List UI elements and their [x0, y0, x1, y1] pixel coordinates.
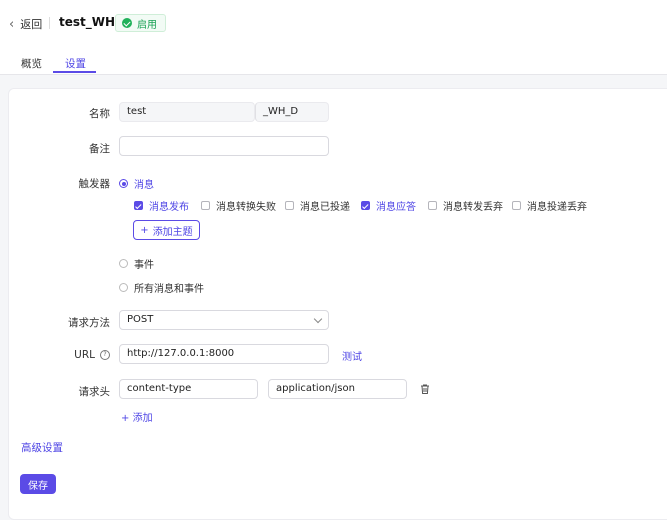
checkbox-label: 消息转换失败 [216, 202, 276, 213]
add-topic-button[interactable]: + 添加主题 [133, 220, 200, 240]
status-label: 启用 [137, 19, 157, 31]
checkbox-box [512, 201, 521, 210]
checkbox-box [361, 201, 370, 210]
add-header-label: 添加 [132, 413, 153, 424]
top-bar: ‹ 返回 test_WH_D 启用 概览 设置 [0, 0, 667, 75]
back-button[interactable]: ‹ 返回 [9, 16, 42, 32]
url-input[interactable]: http://127.0.0.1:8000 [119, 344, 329, 364]
checkbox-label: 消息已投递 [300, 202, 350, 213]
checkbox-msg-acked[interactable]: 消息应答 [361, 198, 416, 213]
radio-dot [119, 283, 128, 292]
checkbox-box [428, 201, 437, 210]
save-button[interactable]: 保存 [20, 474, 56, 494]
method-value: POST [127, 314, 154, 325]
checkbox-box [134, 201, 143, 210]
test-link[interactable]: 测试 [342, 348, 362, 363]
radio-message[interactable]: 消息 [119, 176, 154, 191]
tab-active-indicator [53, 71, 96, 73]
tab-settings[interactable]: 设置 [65, 56, 86, 71]
checkbox-msg-delivered[interactable]: 消息已投递 [285, 198, 350, 213]
trigger-label: 触发器 [78, 178, 111, 190]
name-suffix: _WH_D [255, 102, 329, 122]
checkbox-msg-publish[interactable]: 消息发布 [134, 198, 189, 213]
method-select[interactable]: POST [119, 310, 329, 330]
checkbox-msg-forward-dropped[interactable]: 消息转发丢弃 [428, 198, 503, 213]
radio-dot [119, 259, 128, 268]
add-topic-label: 添加主题 [152, 226, 193, 238]
remark-label: 备注 [89, 143, 110, 155]
checkbox-label: 消息应答 [376, 202, 416, 213]
status-badge: 启用 [115, 14, 166, 32]
tab-overview[interactable]: 概览 [21, 56, 42, 71]
headers-label: 请求头 [78, 386, 111, 398]
plus-icon: + [121, 413, 130, 424]
plus-icon: + [140, 224, 149, 236]
header-value-input[interactable]: application/json [268, 379, 407, 399]
checkbox-box [285, 201, 294, 210]
name-input[interactable]: test [119, 102, 255, 122]
radio-all[interactable]: 所有消息和事件 [119, 280, 204, 295]
chevron-left-icon: ‹ [9, 16, 15, 32]
checkbox-msg-delivery-dropped[interactable]: 消息投递丢弃 [512, 198, 587, 213]
trash-icon[interactable] [419, 383, 431, 395]
chevron-down-icon [313, 314, 323, 324]
advanced-settings-link[interactable]: 高级设置 [21, 440, 63, 455]
checkbox-msg-transform-failed[interactable]: 消息转换失败 [201, 198, 276, 213]
url-label: URL [74, 349, 95, 361]
name-label: 名称 [89, 108, 110, 120]
radio-event-label: 事件 [134, 260, 154, 271]
checkbox-label: 消息发布 [149, 202, 189, 213]
url-label-wrap: URL? [60, 349, 110, 361]
help-icon[interactable]: ? [100, 350, 110, 360]
method-label: 请求方法 [68, 317, 110, 329]
checkbox-label: 消息投递丢弃 [527, 202, 587, 213]
radio-all-label: 所有消息和事件 [134, 284, 204, 295]
remark-input[interactable] [119, 136, 329, 156]
radio-message-label: 消息 [134, 180, 154, 191]
back-label: 返回 [20, 18, 43, 31]
divider [49, 17, 50, 29]
add-header-button[interactable]: + 添加 [121, 409, 153, 424]
radio-dot [119, 179, 128, 188]
header-key-input[interactable]: content-type [119, 379, 258, 399]
checkbox-box [201, 201, 210, 210]
radio-event[interactable]: 事件 [119, 256, 154, 271]
checkbox-label: 消息转发丢弃 [443, 202, 503, 213]
check-circle-icon [122, 18, 132, 28]
